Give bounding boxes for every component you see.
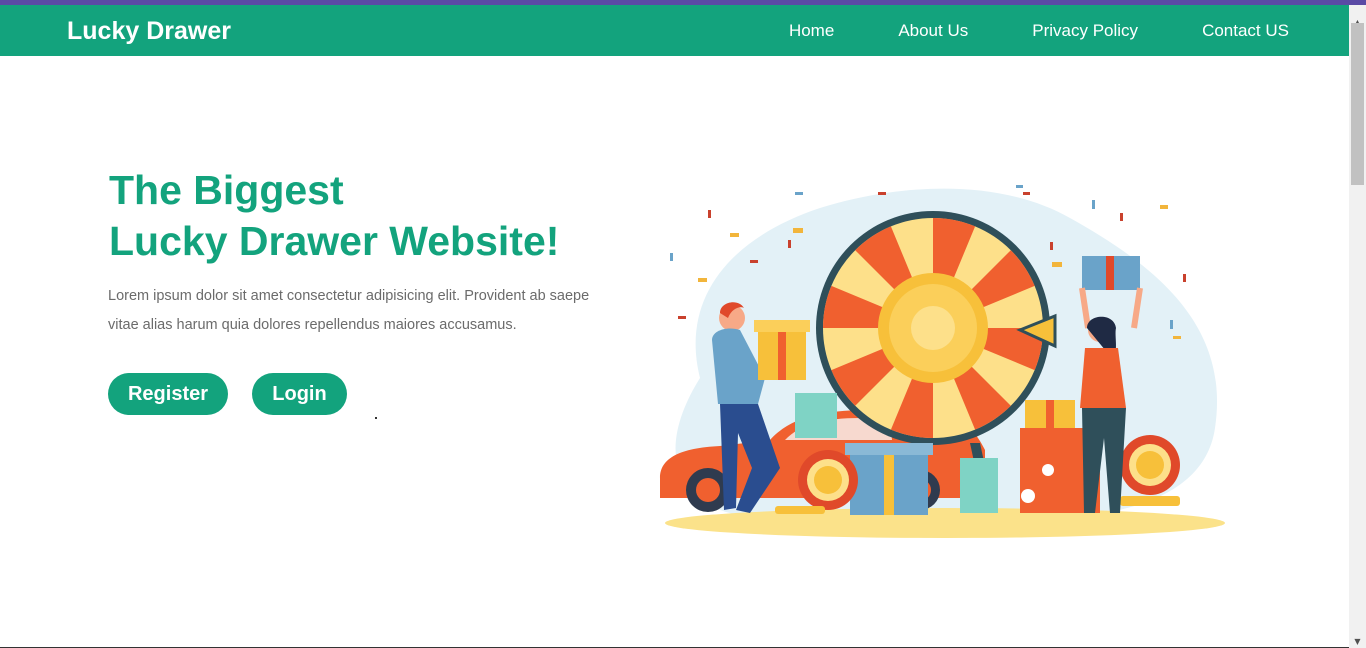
hero-description: Lorem ipsum dolor sit amet consectetur a… [108, 288, 590, 333]
scroll-thumb[interactable] [1351, 23, 1364, 185]
nav-contact-us[interactable]: Contact US [1202, 21, 1289, 41]
stray-dot [375, 417, 377, 419]
navbar: Lucky Drawer Home About Us Privacy Polic… [0, 5, 1349, 56]
scroll-down-arrow-icon[interactable]: ▼ [1349, 634, 1366, 648]
hero-title-line1: The Biggest [109, 167, 344, 213]
hero-title: The Biggest Lucky Drawer Website! [109, 165, 559, 267]
register-button[interactable]: Register [108, 373, 228, 415]
hero-title-line2: Lucky Drawer Website! [109, 218, 560, 264]
nav-home[interactable]: Home [789, 21, 834, 41]
vertical-scrollbar[interactable]: ▲ ▼ [1349, 5, 1366, 648]
lucky-wheel-illustration [660, 185, 1225, 538]
login-button[interactable]: Login [252, 373, 347, 415]
nav-about-us[interactable]: About Us [898, 21, 968, 41]
nav-links: Home About Us Privacy Policy Contact US [725, 5, 1289, 56]
brand-logo[interactable]: Lucky Drawer [67, 16, 231, 46]
nav-privacy-policy[interactable]: Privacy Policy [1032, 21, 1138, 41]
